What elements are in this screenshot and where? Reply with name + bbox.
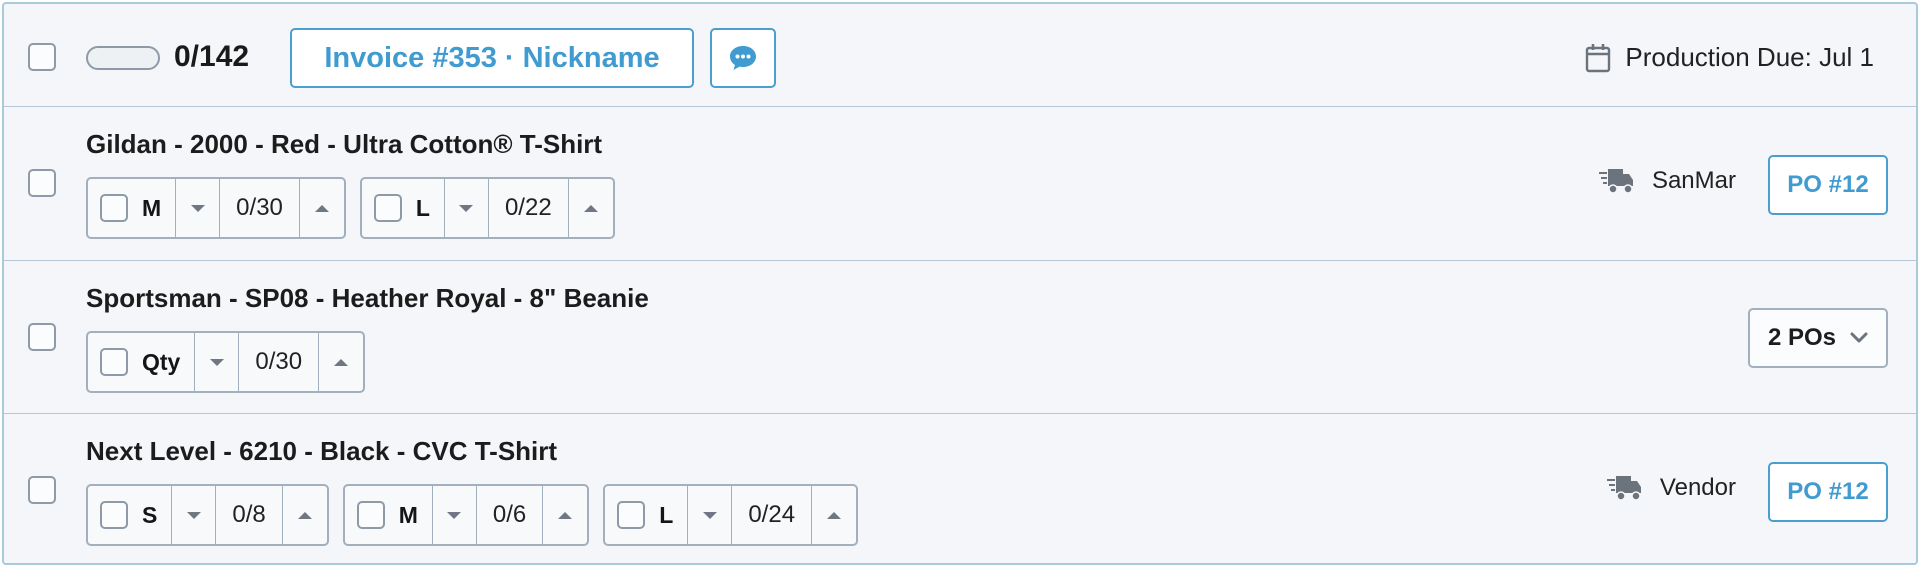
caret-down-icon — [447, 511, 462, 519]
size-checkbox[interactable] — [100, 194, 128, 222]
size-checkbox[interactable] — [617, 501, 646, 529]
select-all-checkbox[interactable] — [28, 43, 56, 71]
decrement-button[interactable] — [433, 486, 477, 544]
increment-button[interactable] — [543, 486, 587, 544]
size-checkbox[interactable] — [373, 194, 402, 222]
line-item-checkbox[interactable] — [28, 323, 56, 351]
vendor-name: SanMar — [1651, 167, 1736, 194]
truck-icon — [1606, 476, 1641, 501]
decrement-button[interactable] — [195, 333, 240, 391]
production-due: Production Due: Jul 1 — [1585, 42, 1874, 73]
size-stepper: L 0/24 — [603, 484, 859, 546]
decrement-button[interactable] — [445, 179, 489, 237]
po-button[interactable]: PO #12 — [1768, 155, 1888, 215]
decrement-button[interactable] — [688, 486, 733, 544]
increment-button[interactable] — [283, 486, 327, 544]
line-item-row: Gildan - 2000 - Red - Ultra Cotton® T-Sh… — [4, 107, 1916, 261]
caret-up-icon — [297, 511, 312, 519]
size-count: 0/22 — [489, 179, 569, 237]
size-label: S — [142, 501, 158, 528]
caret-down-icon — [702, 511, 717, 519]
caret-up-icon — [583, 204, 598, 212]
size-count: 0/30 — [220, 179, 300, 237]
vendor-info: Vendor — [1606, 473, 1736, 503]
po-button[interactable]: PO #12 — [1768, 462, 1888, 522]
size-stepper: S 0/8 — [86, 484, 329, 546]
line-item-checkbox[interactable] — [28, 476, 56, 504]
decrement-button[interactable] — [172, 486, 217, 544]
caret-up-icon — [334, 358, 349, 366]
line-item-row: Next Level - 6210 - Black - CVC T-Shirt … — [4, 414, 1916, 563]
comment-button[interactable] — [710, 28, 776, 88]
caret-down-icon — [459, 204, 474, 212]
line-item-checkbox[interactable] — [28, 169, 56, 197]
progress-bar — [86, 46, 160, 70]
pos-dropdown-label: 2 POs — [1767, 324, 1837, 351]
product-title: Next Level - 6210 - Black - CVC T-Shirt — [86, 436, 558, 466]
caret-up-icon — [314, 204, 329, 212]
chevron-down-icon — [1850, 332, 1868, 343]
size-checkbox[interactable] — [356, 501, 385, 529]
size-groups: Qty 0/30 — [86, 331, 366, 393]
size-stepper: M 0/6 — [342, 484, 590, 546]
size-count: 0/6 — [477, 486, 544, 544]
size-label: M — [142, 194, 162, 221]
caret-down-icon — [209, 358, 224, 366]
size-count: 0/8 — [216, 486, 283, 544]
vendor-info: SanMar — [1598, 166, 1736, 196]
increment-button[interactable] — [319, 333, 363, 391]
size-stepper: Qty 0/30 — [86, 331, 366, 393]
size-label: L — [415, 194, 430, 221]
increment-button[interactable] — [812, 486, 856, 544]
vendor-name: Vendor — [1659, 474, 1736, 501]
size-groups: M 0/30 L 0/22 — [86, 177, 615, 239]
size-checkbox[interactable] — [100, 348, 128, 376]
decrement-button[interactable] — [176, 179, 221, 237]
caret-down-icon — [186, 511, 201, 519]
invoice-header-row: 0/142 Invoice #353 · Nickname Production… — [4, 4, 1916, 107]
size-label: Qty — [142, 348, 181, 375]
caret-up-icon — [558, 511, 573, 519]
size-count: 0/30 — [239, 333, 320, 391]
increment-button[interactable] — [300, 179, 344, 237]
increment-button[interactable] — [569, 179, 613, 237]
size-stepper: M 0/30 — [86, 177, 346, 239]
caret-up-icon — [827, 511, 842, 519]
size-count: 0/24 — [732, 486, 813, 544]
product-title: Sportsman - SP08 - Heather Royal - 8" Be… — [86, 283, 649, 313]
invoice-button[interactable]: Invoice #353 · Nickname — [290, 28, 694, 88]
order-items-panel: 0/142 Invoice #353 · Nickname Production… — [2, 2, 1918, 565]
production-due-label: Production Due: Jul 1 — [1625, 42, 1874, 72]
size-stepper: L 0/22 — [359, 177, 615, 239]
chat-bubble-icon — [730, 46, 756, 70]
calendar-icon — [1586, 43, 1611, 72]
truck-icon — [1598, 169, 1633, 194]
pos-dropdown-button[interactable]: 2 POs — [1748, 308, 1888, 368]
size-groups: S 0/8 M 0/6 L 0/24 — [86, 484, 859, 546]
size-label: M — [398, 501, 418, 528]
line-item-row: Sportsman - SP08 - Heather Royal - 8" Be… — [4, 261, 1916, 414]
size-checkbox[interactable] — [100, 501, 128, 529]
product-title: Gildan - 2000 - Red - Ultra Cotton® T-Sh… — [86, 129, 603, 159]
progress-count: 0/142 — [174, 40, 250, 73]
caret-down-icon — [190, 204, 205, 212]
size-label: L — [659, 501, 674, 528]
